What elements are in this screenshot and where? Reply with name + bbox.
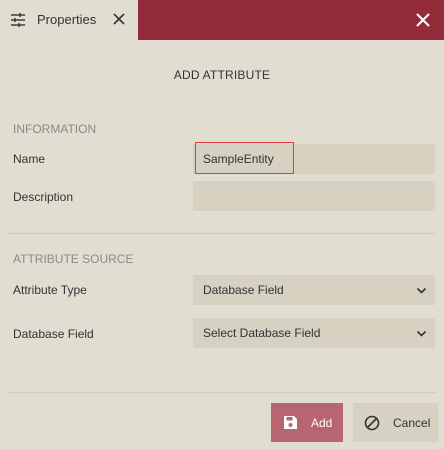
tab-properties[interactable]: Properties — [0, 0, 138, 40]
cancel-button[interactable]: Cancel — [353, 403, 438, 442]
description-input[interactable] — [193, 181, 435, 211]
section-title-attribute-source: ATTRIBUTE SOURCE — [13, 252, 134, 266]
divider — [8, 233, 436, 234]
save-icon — [284, 416, 297, 429]
database-field-label: Database Field — [13, 327, 94, 341]
tab-close-icon[interactable] — [111, 11, 127, 27]
dialog-title: ADD ATTRIBUTE — [173, 68, 271, 82]
header-bar: Properties — [0, 0, 444, 40]
database-field-select[interactable]: Select Database Field — [193, 318, 435, 348]
cancel-icon — [364, 415, 380, 431]
attribute-type-label: Attribute Type — [13, 283, 87, 297]
attribute-type-value: Database Field — [203, 283, 284, 297]
divider — [8, 392, 436, 393]
database-field-value: Select Database Field — [203, 326, 321, 340]
close-icon[interactable] — [414, 11, 432, 29]
chevron-down-icon — [416, 287, 427, 294]
chevron-down-icon — [416, 330, 427, 337]
add-button-label: Add — [311, 416, 333, 430]
add-button[interactable]: Add — [271, 403, 343, 442]
attribute-type-select[interactable]: Database Field — [193, 275, 435, 305]
name-input[interactable] — [193, 144, 435, 174]
cancel-button-label: Cancel — [393, 416, 431, 430]
tab-label: Properties — [37, 12, 97, 27]
section-title-information: INFORMATION — [13, 122, 97, 136]
sliders-icon — [11, 13, 25, 27]
description-label: Description — [13, 190, 74, 204]
name-label: Name — [13, 152, 46, 166]
